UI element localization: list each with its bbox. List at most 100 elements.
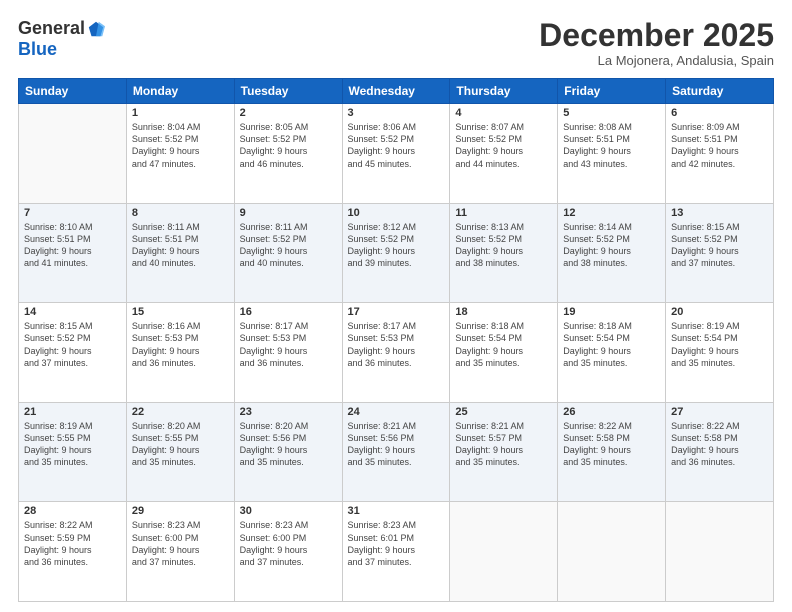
calendar-header-saturday: Saturday <box>666 79 774 104</box>
day-info: Sunrise: 8:11 AM Sunset: 5:51 PM Dayligh… <box>132 221 229 270</box>
day-info: Sunrise: 8:10 AM Sunset: 5:51 PM Dayligh… <box>24 221 121 270</box>
day-number: 30 <box>240 505 337 517</box>
calendar-week-row: 7 Sunrise: 8:10 AM Sunset: 5:51 PM Daylig… <box>19 203 774 303</box>
day-number: 9 <box>240 207 337 219</box>
calendar-day-cell: 27 Sunrise: 8:22 AM Sunset: 5:58 PM Dayli… <box>666 402 774 502</box>
calendar-day-cell: 14Sunrise: 8:15 AM Sunset: 5:52 PM Dayli… <box>19 303 127 403</box>
calendar-day-cell: 20 Sunrise: 8:19 AM Sunset: 5:54 PM Dayli… <box>666 303 774 403</box>
day-info: Sunrise: 8:23 AM Sunset: 6:00 PM Dayligh… <box>132 519 229 568</box>
header: General Blue December 2025 La Mojonera, … <box>18 18 774 68</box>
day-number: 6 <box>671 107 768 119</box>
calendar-day-cell: 26 Sunrise: 8:22 AM Sunset: 5:58 PM Dayli… <box>558 402 666 502</box>
day-info: Sunrise: 8:22 AM Sunset: 5:59 PM Dayligh… <box>24 519 121 568</box>
calendar-day-cell: 10Sunrise: 8:12 AM Sunset: 5:52 PM Dayli… <box>342 203 450 303</box>
day-number: 15 <box>132 306 229 318</box>
calendar-day-cell: 22 Sunrise: 8:20 AM Sunset: 5:55 PM Dayli… <box>126 402 234 502</box>
calendar-week-row: 1 Sunrise: 8:04 AM Sunset: 5:52 PM Daylig… <box>19 104 774 204</box>
day-info: Sunrise: 8:22 AM Sunset: 5:58 PM Dayligh… <box>671 420 768 469</box>
day-info: Sunrise: 8:04 AM Sunset: 5:52 PM Dayligh… <box>132 121 229 170</box>
calendar-day-cell: 23 Sunrise: 8:20 AM Sunset: 5:56 PM Dayli… <box>234 402 342 502</box>
calendar-header-wednesday: Wednesday <box>342 79 450 104</box>
day-number: 18 <box>455 306 552 318</box>
calendar-header-row: SundayMondayTuesdayWednesdayThursdayFrid… <box>19 79 774 104</box>
day-info: Sunrise: 8:05 AM Sunset: 5:52 PM Dayligh… <box>240 121 337 170</box>
day-number: 29 <box>132 505 229 517</box>
day-info: Sunrise: 8:20 AM Sunset: 5:56 PM Dayligh… <box>240 420 337 469</box>
calendar-day-cell: 29 Sunrise: 8:23 AM Sunset: 6:00 PM Dayli… <box>126 502 234 602</box>
calendar-day-cell: 24 Sunrise: 8:21 AM Sunset: 5:56 PM Dayli… <box>342 402 450 502</box>
calendar-day-cell: 13Sunrise: 8:15 AM Sunset: 5:52 PM Dayli… <box>666 203 774 303</box>
day-number: 14 <box>24 306 121 318</box>
page: General Blue December 2025 La Mojonera, … <box>0 0 792 612</box>
day-number: 25 <box>455 406 552 418</box>
day-number: 16 <box>240 306 337 318</box>
day-info: Sunrise: 8:17 AM Sunset: 5:53 PM Dayligh… <box>348 320 445 369</box>
day-info: Sunrise: 8:08 AM Sunset: 5:51 PM Dayligh… <box>563 121 660 170</box>
logo-icon <box>87 20 105 38</box>
logo-general-text: General <box>18 18 85 39</box>
day-number: 5 <box>563 107 660 119</box>
calendar-header-tuesday: Tuesday <box>234 79 342 104</box>
calendar-day-cell: 7 Sunrise: 8:10 AM Sunset: 5:51 PM Daylig… <box>19 203 127 303</box>
day-number: 27 <box>671 406 768 418</box>
calendar-header-friday: Friday <box>558 79 666 104</box>
day-number: 11 <box>455 207 552 219</box>
calendar-day-cell: 4Sunrise: 8:07 AM Sunset: 5:52 PM Daylig… <box>450 104 558 204</box>
calendar-day-cell: 15 Sunrise: 8:16 AM Sunset: 5:53 PM Dayli… <box>126 303 234 403</box>
calendar-header-thursday: Thursday <box>450 79 558 104</box>
day-number: 23 <box>240 406 337 418</box>
calendar-header-sunday: Sunday <box>19 79 127 104</box>
day-info: Sunrise: 8:21 AM Sunset: 5:56 PM Dayligh… <box>348 420 445 469</box>
calendar-day-cell: 6 Sunrise: 8:09 AM Sunset: 5:51 PM Daylig… <box>666 104 774 204</box>
location: La Mojonera, Andalusia, Spain <box>539 53 774 68</box>
day-number: 24 <box>348 406 445 418</box>
calendar-day-cell: 2 Sunrise: 8:05 AM Sunset: 5:52 PM Daylig… <box>234 104 342 204</box>
calendar-day-cell <box>450 502 558 602</box>
calendar-day-cell: 11Sunrise: 8:13 AM Sunset: 5:52 PM Dayli… <box>450 203 558 303</box>
day-number: 12 <box>563 207 660 219</box>
calendar-day-cell: 30 Sunrise: 8:23 AM Sunset: 6:00 PM Dayli… <box>234 502 342 602</box>
calendar-day-cell: 25 Sunrise: 8:21 AM Sunset: 5:57 PM Dayli… <box>450 402 558 502</box>
day-info: Sunrise: 8:19 AM Sunset: 5:54 PM Dayligh… <box>671 320 768 369</box>
calendar-day-cell: 31Sunrise: 8:23 AM Sunset: 6:01 PM Dayli… <box>342 502 450 602</box>
day-info: Sunrise: 8:07 AM Sunset: 5:52 PM Dayligh… <box>455 121 552 170</box>
day-info: Sunrise: 8:23 AM Sunset: 6:00 PM Dayligh… <box>240 519 337 568</box>
day-info: Sunrise: 8:11 AM Sunset: 5:52 PM Dayligh… <box>240 221 337 270</box>
calendar-week-row: 21 Sunrise: 8:19 AM Sunset: 5:55 PM Dayli… <box>19 402 774 502</box>
day-number: 26 <box>563 406 660 418</box>
day-number: 1 <box>132 107 229 119</box>
calendar-week-row: 28Sunrise: 8:22 AM Sunset: 5:59 PM Dayli… <box>19 502 774 602</box>
day-number: 7 <box>24 207 121 219</box>
calendar-day-cell: 1 Sunrise: 8:04 AM Sunset: 5:52 PM Daylig… <box>126 104 234 204</box>
calendar-day-cell <box>666 502 774 602</box>
day-info: Sunrise: 8:09 AM Sunset: 5:51 PM Dayligh… <box>671 121 768 170</box>
calendar: SundayMondayTuesdayWednesdayThursdayFrid… <box>18 78 774 602</box>
calendar-day-cell: 12 Sunrise: 8:14 AM Sunset: 5:52 PM Dayli… <box>558 203 666 303</box>
calendar-day-cell: 28Sunrise: 8:22 AM Sunset: 5:59 PM Dayli… <box>19 502 127 602</box>
day-number: 2 <box>240 107 337 119</box>
day-number: 21 <box>24 406 121 418</box>
day-number: 31 <box>348 505 445 517</box>
calendar-day-cell: 16 Sunrise: 8:17 AM Sunset: 5:53 PM Dayli… <box>234 303 342 403</box>
day-info: Sunrise: 8:19 AM Sunset: 5:55 PM Dayligh… <box>24 420 121 469</box>
day-number: 22 <box>132 406 229 418</box>
day-info: Sunrise: 8:16 AM Sunset: 5:53 PM Dayligh… <box>132 320 229 369</box>
day-number: 20 <box>671 306 768 318</box>
day-number: 10 <box>348 207 445 219</box>
calendar-day-cell: 21 Sunrise: 8:19 AM Sunset: 5:55 PM Dayli… <box>19 402 127 502</box>
day-info: Sunrise: 8:22 AM Sunset: 5:58 PM Dayligh… <box>563 420 660 469</box>
calendar-day-cell: 19Sunrise: 8:18 AM Sunset: 5:54 PM Dayli… <box>558 303 666 403</box>
day-info: Sunrise: 8:21 AM Sunset: 5:57 PM Dayligh… <box>455 420 552 469</box>
day-info: Sunrise: 8:06 AM Sunset: 5:52 PM Dayligh… <box>348 121 445 170</box>
day-info: Sunrise: 8:17 AM Sunset: 5:53 PM Dayligh… <box>240 320 337 369</box>
calendar-day-cell: 18Sunrise: 8:18 AM Sunset: 5:54 PM Dayli… <box>450 303 558 403</box>
day-number: 3 <box>348 107 445 119</box>
calendar-day-cell: 8 Sunrise: 8:11 AM Sunset: 5:51 PM Daylig… <box>126 203 234 303</box>
day-number: 8 <box>132 207 229 219</box>
day-number: 19 <box>563 306 660 318</box>
day-info: Sunrise: 8:14 AM Sunset: 5:52 PM Dayligh… <box>563 221 660 270</box>
day-number: 17 <box>348 306 445 318</box>
calendar-day-cell <box>558 502 666 602</box>
day-info: Sunrise: 8:20 AM Sunset: 5:55 PM Dayligh… <box>132 420 229 469</box>
logo: General Blue <box>18 18 105 60</box>
